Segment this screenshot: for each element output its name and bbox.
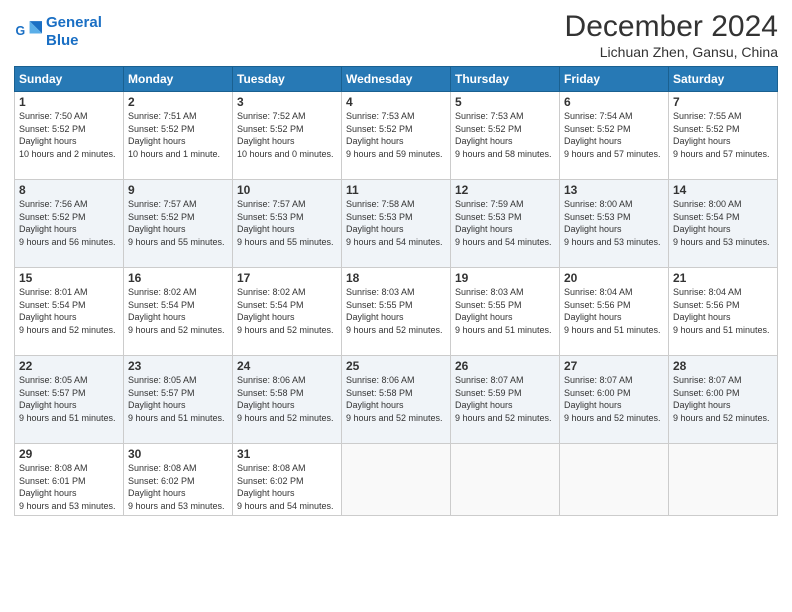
- calendar-table: Sunday Monday Tuesday Wednesday Thursday…: [14, 66, 778, 516]
- table-row: [342, 444, 451, 516]
- table-row: 31Sunrise: 8:08 AMSunset: 6:02 PMDayligh…: [233, 444, 342, 516]
- location: Lichuan Zhen, Gansu, China: [565, 44, 778, 60]
- table-row: 28Sunrise: 8:07 AMSunset: 6:00 PMDayligh…: [669, 356, 778, 444]
- th-monday: Monday: [124, 67, 233, 92]
- table-row: 7Sunrise: 7:55 AMSunset: 5:52 PMDaylight…: [669, 92, 778, 180]
- table-row: 6Sunrise: 7:54 AMSunset: 5:52 PMDaylight…: [560, 92, 669, 180]
- table-row: 30Sunrise: 8:08 AMSunset: 6:02 PMDayligh…: [124, 444, 233, 516]
- svg-text:G: G: [16, 24, 26, 38]
- logo-icon: G: [14, 18, 42, 46]
- table-row: 15Sunrise: 8:01 AMSunset: 5:54 PMDayligh…: [15, 268, 124, 356]
- table-row: 26Sunrise: 8:07 AMSunset: 5:59 PMDayligh…: [451, 356, 560, 444]
- table-row: 27Sunrise: 8:07 AMSunset: 6:00 PMDayligh…: [560, 356, 669, 444]
- table-row: 3Sunrise: 7:52 AMSunset: 5:52 PMDaylight…: [233, 92, 342, 180]
- logo-line1: General: [46, 14, 102, 31]
- header: G General Blue December 2024 Lichuan Zhe…: [14, 10, 778, 60]
- logo: G General Blue: [14, 10, 102, 50]
- table-row: 20Sunrise: 8:04 AMSunset: 5:56 PMDayligh…: [560, 268, 669, 356]
- logo-line2: Blue: [46, 32, 79, 49]
- table-row: [451, 444, 560, 516]
- table-row: [669, 444, 778, 516]
- table-row: 4Sunrise: 7:53 AMSunset: 5:52 PMDaylight…: [342, 92, 451, 180]
- table-row: 9Sunrise: 7:57 AMSunset: 5:52 PMDaylight…: [124, 180, 233, 268]
- th-saturday: Saturday: [669, 67, 778, 92]
- th-thursday: Thursday: [451, 67, 560, 92]
- table-row: 13Sunrise: 8:00 AMSunset: 5:53 PMDayligh…: [560, 180, 669, 268]
- table-row: 29Sunrise: 8:08 AMSunset: 6:01 PMDayligh…: [15, 444, 124, 516]
- logo-text: General Blue: [46, 14, 102, 50]
- table-row: 12Sunrise: 7:59 AMSunset: 5:53 PMDayligh…: [451, 180, 560, 268]
- table-row: 22Sunrise: 8:05 AMSunset: 5:57 PMDayligh…: [15, 356, 124, 444]
- table-row: 2Sunrise: 7:51 AMSunset: 5:52 PMDaylight…: [124, 92, 233, 180]
- table-row: 10Sunrise: 7:57 AMSunset: 5:53 PMDayligh…: [233, 180, 342, 268]
- table-row: 14Sunrise: 8:00 AMSunset: 5:54 PMDayligh…: [669, 180, 778, 268]
- table-row: 24Sunrise: 8:06 AMSunset: 5:58 PMDayligh…: [233, 356, 342, 444]
- page: G General Blue December 2024 Lichuan Zhe…: [0, 0, 792, 612]
- header-row: Sunday Monday Tuesday Wednesday Thursday…: [15, 67, 778, 92]
- table-row: 25Sunrise: 8:06 AMSunset: 5:58 PMDayligh…: [342, 356, 451, 444]
- table-row: 16Sunrise: 8:02 AMSunset: 5:54 PMDayligh…: [124, 268, 233, 356]
- table-row: 1Sunrise: 7:50 AMSunset: 5:52 PMDaylight…: [15, 92, 124, 180]
- table-row: [560, 444, 669, 516]
- title-block: December 2024 Lichuan Zhen, Gansu, China: [565, 10, 778, 60]
- table-row: 17Sunrise: 8:02 AMSunset: 5:54 PMDayligh…: [233, 268, 342, 356]
- table-row: 5Sunrise: 7:53 AMSunset: 5:52 PMDaylight…: [451, 92, 560, 180]
- month-title: December 2024: [565, 10, 778, 44]
- table-row: 18Sunrise: 8:03 AMSunset: 5:55 PMDayligh…: [342, 268, 451, 356]
- th-friday: Friday: [560, 67, 669, 92]
- th-tuesday: Tuesday: [233, 67, 342, 92]
- table-row: 8Sunrise: 7:56 AMSunset: 5:52 PMDaylight…: [15, 180, 124, 268]
- table-row: 11Sunrise: 7:58 AMSunset: 5:53 PMDayligh…: [342, 180, 451, 268]
- table-row: 21Sunrise: 8:04 AMSunset: 5:56 PMDayligh…: [669, 268, 778, 356]
- table-row: 19Sunrise: 8:03 AMSunset: 5:55 PMDayligh…: [451, 268, 560, 356]
- th-sunday: Sunday: [15, 67, 124, 92]
- table-row: 23Sunrise: 8:05 AMSunset: 5:57 PMDayligh…: [124, 356, 233, 444]
- th-wednesday: Wednesday: [342, 67, 451, 92]
